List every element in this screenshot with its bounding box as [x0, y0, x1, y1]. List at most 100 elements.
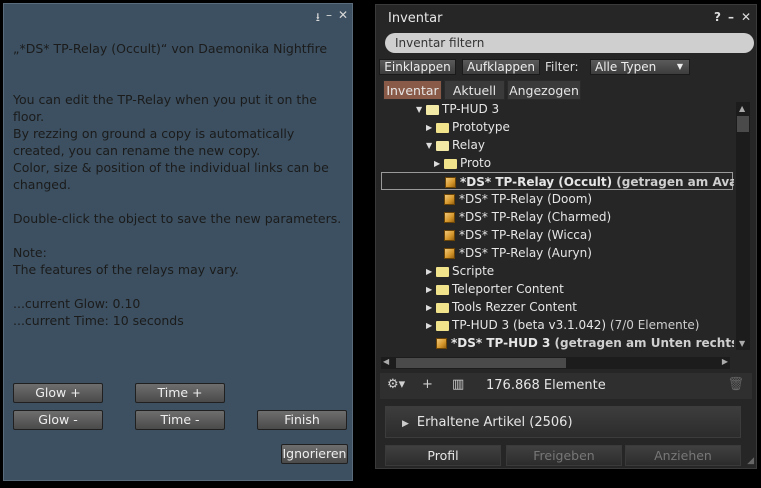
- dialog-line: [13, 193, 348, 210]
- resize-handle-icon[interactable]: ◢: [747, 456, 754, 466]
- tree-item[interactable]: *DS* TP-Relay (Auryn): [434, 244, 592, 262]
- scroll-left-icon[interactable]: ◀: [383, 357, 389, 366]
- dialog-line: „*DS* TP-Relay (Occult)“ von Daemonika N…: [13, 41, 328, 56]
- tree-item[interactable]: ▼ Relay: [426, 136, 485, 154]
- tree-item-label: *DS* TP-Relay (Auryn): [459, 246, 592, 260]
- tree-item-status: (7/0 Elemente): [606, 318, 700, 332]
- filter-type-select[interactable]: Alle Typen ▼: [590, 59, 690, 75]
- close-icon[interactable]: ✕: [338, 8, 348, 29]
- window-title: Inventar: [388, 11, 443, 26]
- wear-button[interactable]: Anziehen: [625, 445, 741, 466]
- tree-item[interactable]: *DS* TP-Relay (Occult) (getragen am Avat…: [381, 172, 734, 190]
- dialog-line: You can edit the TP-Relay when you put i…: [13, 92, 317, 124]
- scroll-thumb-horizontal[interactable]: [396, 358, 566, 368]
- collapsed-arrow-icon[interactable]: ▶: [426, 317, 436, 335]
- expanded-arrow-icon[interactable]: ▼: [426, 137, 436, 155]
- dialog-line: created, you can rename the new copy.: [13, 143, 261, 158]
- tree-item-label: Prototype: [452, 120, 510, 134]
- minimize-icon[interactable]: –: [326, 8, 332, 29]
- close-icon[interactable]: ✕: [741, 10, 751, 24]
- ignore-button[interactable]: Ignorieren: [281, 444, 348, 464]
- dialog-line: [13, 74, 348, 91]
- collapsed-arrow-icon[interactable]: ▶: [426, 119, 436, 137]
- expand-button[interactable]: Aufklappen: [462, 59, 540, 75]
- tab-aktuell[interactable]: Aktuell: [444, 80, 505, 100]
- folder-icon: [436, 302, 449, 313]
- tree-item[interactable]: *DS* TP-HUD 3 (getragen am Unten rechts): [426, 334, 734, 350]
- tree-item[interactable]: ▶ Scripte: [426, 262, 494, 280]
- collapsed-arrow-icon[interactable]: ▶: [434, 155, 444, 173]
- expand-triangle-icon: ▶: [402, 419, 409, 429]
- tree-item-status: (getragen am Unten rechts): [550, 336, 734, 350]
- download-icon[interactable]: ⭳: [316, 8, 320, 29]
- collapsed-arrow-icon[interactable]: ▶: [426, 281, 436, 299]
- glow-plus-button[interactable]: Glow +: [13, 383, 103, 403]
- scroll-thumb[interactable]: [737, 116, 749, 132]
- scroll-right-icon[interactable]: ▶: [722, 357, 728, 366]
- tree-item-label: *DS* TP-Relay (Charmed): [459, 210, 612, 224]
- time-minus-button[interactable]: Time -: [135, 410, 225, 430]
- vertical-scrollbar[interactable]: ▲ ▼: [736, 102, 750, 350]
- collapsed-arrow-icon[interactable]: ▶: [426, 299, 436, 317]
- filter-label: Filter:: [545, 60, 579, 74]
- chevron-down-icon: ▼: [676, 62, 683, 71]
- received-items-accordion[interactable]: ▶ Erhaltene Artikel (2506): [385, 406, 741, 438]
- tree-item-label: Relay: [452, 138, 485, 152]
- tree-item[interactable]: ▶ TP-HUD 3 (beta v3.1.042) (7/0 Elemente): [426, 316, 699, 334]
- gear-icon[interactable]: ⚙▾: [387, 377, 405, 392]
- open-folder-icon: [426, 104, 439, 115]
- scroll-down-icon[interactable]: ▼: [739, 339, 745, 348]
- horizontal-scrollbar[interactable]: ◀ ▶: [381, 357, 730, 369]
- dialog-line: Note:: [13, 245, 47, 260]
- tree-item[interactable]: ▶ Tools Rezzer Content: [426, 298, 577, 316]
- tree-item[interactable]: ▶ Prototype: [426, 118, 510, 136]
- tree-item-label: TP-HUD 3: [442, 102, 500, 116]
- glow-minus-button[interactable]: Glow -: [13, 410, 103, 430]
- dialog-line: Color, size & position of the individual…: [13, 160, 329, 175]
- scroll-up-icon[interactable]: ▲: [739, 104, 745, 113]
- collapse-button[interactable]: Einklappen: [379, 59, 456, 75]
- script-dialog: ⭳ – ✕ „*DS* TP-Relay (Occult)“ von Daemo…: [3, 3, 353, 481]
- tab-inventar[interactable]: Inventar: [383, 80, 442, 100]
- expanded-arrow-icon[interactable]: ▼: [416, 101, 426, 119]
- add-icon[interactable]: +: [422, 377, 433, 392]
- inventory-toolbar: ⚙▾ + ▥ 176.868 Elemente 🗑: [380, 373, 752, 399]
- trash-icon[interactable]: 🗑: [727, 377, 744, 392]
- profile-button[interactable]: Profil: [385, 445, 501, 466]
- tree-item-label: TP-HUD 3 (beta v3.1.042): [452, 318, 607, 332]
- tab-angezogen[interactable]: Angezogen: [507, 80, 581, 100]
- object-box-icon: [436, 338, 447, 349]
- inventory-tree[interactable]: ▼ TP-HUD 3 ▶ Prototype ▼ Relay ▶ Proto *DS* TP-R…: [376, 100, 734, 350]
- dialog-line: The features of the relays may vary.: [13, 262, 239, 277]
- tree-item-label: Teleporter Content: [452, 282, 564, 296]
- item-count: 176.868 Elemente: [486, 378, 606, 393]
- tree-item[interactable]: ▼ TP-HUD 3: [416, 100, 499, 118]
- folder-icon: [436, 266, 449, 277]
- tree-item[interactable]: ▶ Proto: [434, 154, 491, 172]
- tree-item-status: (getragen am Avatar-: [616, 175, 734, 189]
- dialog-line: [13, 57, 348, 74]
- dialog-title-icons: ⭳ – ✕: [316, 8, 348, 29]
- minimize-icon[interactable]: –: [728, 10, 734, 24]
- share-button[interactable]: Freigeben: [506, 445, 622, 466]
- tree-item[interactable]: *DS* TP-Relay (Charmed): [434, 208, 611, 226]
- tree-item-label: Tools Rezzer Content: [452, 300, 578, 314]
- folder-icon: [436, 122, 449, 133]
- object-box-icon: [445, 177, 456, 188]
- inventory-filter-input[interactable]: Inventar filtern: [385, 33, 754, 53]
- help-icon[interactable]: ?: [714, 10, 721, 24]
- window-title-icons: ? – ✕: [714, 10, 751, 24]
- tree-item-label: *DS* TP-Relay (Occult): [460, 175, 613, 189]
- tree-item[interactable]: ▶ Teleporter Content: [426, 280, 564, 298]
- tree-item[interactable]: *DS* TP-Relay (Wicca): [434, 226, 592, 244]
- dialog-message: „*DS* TP-Relay (Occult)“ von Daemonika N…: [13, 40, 348, 329]
- time-plus-button[interactable]: Time +: [135, 383, 225, 403]
- object-box-icon: [444, 194, 455, 205]
- tree-item[interactable]: *DS* TP-Relay (Doom): [434, 190, 592, 208]
- filter-type-value: Alle Typen: [595, 60, 657, 74]
- finish-button[interactable]: Finish: [257, 410, 347, 430]
- clipboard-icon[interactable]: ▥: [452, 377, 464, 392]
- collapsed-arrow-icon[interactable]: ▶: [426, 263, 436, 281]
- open-folder-icon: [436, 140, 449, 151]
- object-box-icon: [444, 212, 455, 223]
